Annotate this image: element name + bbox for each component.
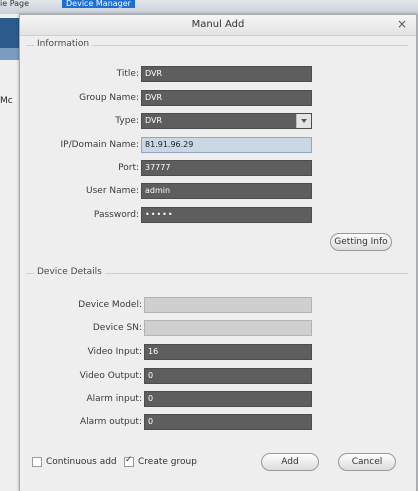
dialog-titlebar[interactable]: Manul Add × [20, 15, 416, 36]
user-name-label: User Name: [86, 186, 139, 196]
ip-domain-label: IP/Domain Name: [60, 140, 139, 150]
create-group-checkbox[interactable] [124, 455, 134, 467]
dialog-title: Manul Add [191, 19, 245, 30]
device-model-label: Device Model: [78, 300, 142, 310]
app-tab-home[interactable]: ie Page [0, 0, 29, 8]
type-selected-value: DVR [145, 116, 163, 125]
video-output-field[interactable]: 0 [144, 368, 312, 384]
app-left-subheader [0, 48, 20, 60]
video-input-field[interactable]: 16 [144, 344, 312, 360]
alarm-output-field[interactable]: 0 [144, 414, 312, 430]
port-input[interactable]: 37777 [141, 160, 312, 176]
type-select[interactable]: DVR [141, 113, 312, 129]
device-details-section: Device Details [26, 267, 408, 277]
type-label: Type: [115, 116, 139, 126]
port-label: Port: [118, 163, 139, 173]
device-sn-label: Device SN: [92, 323, 142, 333]
app-left-label: Mc [0, 96, 13, 106]
create-group-label[interactable]: Create group [138, 456, 197, 468]
ip-domain-input[interactable]: 81.91.96.29 [141, 137, 312, 153]
device-sn-input [144, 320, 312, 336]
alarm-input-label: Alarm input: [86, 394, 142, 404]
cancel-button[interactable]: Cancel [338, 453, 396, 471]
app-tab-device-manager[interactable]: Device Manager [62, 0, 135, 8]
app-left-header [0, 18, 20, 48]
password-input[interactable]: ••••• [141, 207, 312, 223]
add-button[interactable]: Add [261, 453, 319, 471]
device-model-input [144, 297, 312, 313]
chevron-down-icon[interactable] [296, 114, 311, 128]
user-name-input[interactable]: admin [141, 183, 312, 199]
video-output-label: Video Output: [79, 371, 142, 381]
continuous-add-label[interactable]: Continuous add [46, 456, 117, 468]
alarm-input-field[interactable]: 0 [144, 391, 312, 407]
video-input-label: Video Input: [87, 347, 142, 357]
getting-info-button[interactable]: Getting Info [330, 233, 392, 251]
app-left-panel [0, 14, 20, 491]
device-details-section-label: Device Details [34, 267, 105, 277]
title-label: Title: [116, 69, 139, 79]
continuous-add-checkbox[interactable] [32, 457, 42, 467]
manual-add-dialog: Manul Add × Information Title: DVR Group… [19, 14, 417, 491]
close-icon[interactable]: × [395, 17, 409, 31]
information-section: Information [26, 39, 408, 49]
password-label: Password: [93, 210, 139, 220]
alarm-output-label: Alarm output: [79, 417, 142, 427]
group-name-label: Group Name: [79, 93, 139, 103]
app-top-bar: ie Page Device Manager [0, 0, 418, 14]
information-section-label: Information [34, 39, 93, 49]
group-name-input[interactable]: DVR [141, 90, 312, 106]
title-input[interactable]: DVR [141, 66, 312, 82]
